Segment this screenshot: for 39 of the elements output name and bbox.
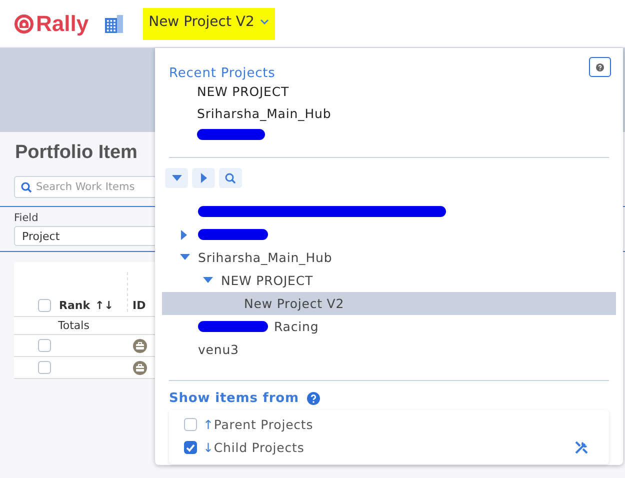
right-triangle-icon: [200, 173, 206, 183]
section-title: Show items from: [169, 391, 299, 406]
expanded-arrow-icon[interactable]: [180, 254, 190, 261]
tree-item[interactable]: venu3: [162, 338, 616, 361]
column-header[interactable]: Rank ↑↓: [59, 299, 114, 312]
recent-project[interactable]: Sriharsha_Main_Hub: [197, 106, 332, 121]
briefcase-icon: [133, 338, 147, 352]
tree-item[interactable]: New Project V2: [162, 292, 616, 315]
tree-item[interactable]: NEW PROJECT: [162, 269, 616, 292]
building-icon[interactable]: [104, 14, 123, 32]
checkbox[interactable]: [184, 418, 197, 431]
checkbox[interactable]: [184, 441, 197, 454]
chevron-down-icon[interactable]: [260, 18, 270, 24]
recent-project[interactable]: NEW PROJECT: [197, 84, 289, 99]
search-icon: [21, 182, 32, 192]
field-label: Field: [14, 212, 38, 224]
project-selector[interactable]: New Project V2: [142, 8, 276, 40]
option-label[interactable]: ↑Parent Projects: [203, 417, 314, 432]
row-checkbox[interactable]: [38, 361, 51, 374]
select-all-checkbox[interactable]: [38, 299, 51, 312]
collapsed-arrow-icon[interactable]: [181, 230, 188, 240]
column-header[interactable]: ID: [127, 272, 146, 312]
option-label[interactable]: ↓Child Projects: [203, 440, 304, 455]
briefcase-icon: [133, 360, 147, 374]
wrench-icon[interactable]: [574, 440, 589, 455]
search-button[interactable]: [219, 168, 242, 188]
section-title: Recent Projects: [169, 66, 276, 81]
rally-logo[interactable]: Rally: [14, 10, 89, 36]
expand-all-button[interactable]: [165, 168, 188, 188]
help-button[interactable]: [589, 57, 611, 77]
page-title: Portfolio Item: [15, 142, 138, 164]
collapse-all-button[interactable]: [192, 168, 215, 188]
down-triangle-icon: [172, 175, 182, 181]
expanded-arrow-icon[interactable]: [202, 277, 212, 284]
help-icon[interactable]: [306, 392, 320, 405]
help-icon: [596, 60, 604, 74]
row-checkbox[interactable]: [38, 339, 51, 352]
tree-item[interactable]: Sriharsha_Main_Hub: [162, 246, 616, 269]
search-icon: [225, 172, 236, 184]
